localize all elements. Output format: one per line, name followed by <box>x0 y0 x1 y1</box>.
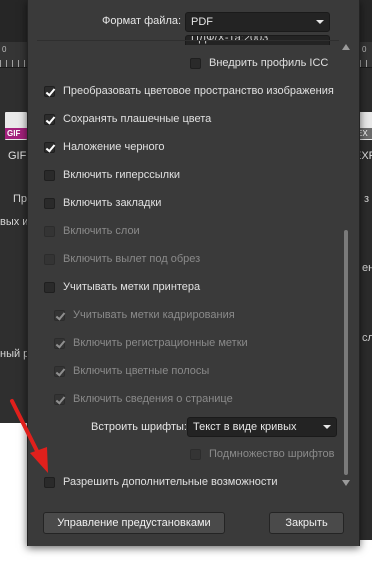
checkmark-icon <box>54 309 65 321</box>
background-text-fragment: вых и <box>0 216 29 228</box>
option-label: Включить сведения о странице <box>73 393 233 405</box>
option-label: Включить слои <box>63 225 140 237</box>
scrollbar-thumb[interactable] <box>344 230 348 475</box>
option-color-bars: Включить цветные полосы <box>54 363 209 379</box>
option-label: Наложение черного <box>63 141 165 153</box>
option-overprint-black[interactable]: Наложение черного <box>44 139 165 155</box>
background-text-fragment: ный р <box>0 348 30 360</box>
bleed-checkbox <box>44 253 55 265</box>
option-label: Включить закладки <box>63 197 162 209</box>
option-label: Включить гиперссылки <box>63 169 181 181</box>
option-crop-marks: Учитывать метки кадрирования <box>54 307 235 323</box>
file-format-label: Формат файла: <box>102 15 182 27</box>
background-text-fragment: ени <box>362 262 372 274</box>
option-include-layers: Включить слои <box>44 223 140 239</box>
option-advanced-features[interactable]: Разрешить дополнительные возможности <box>44 474 278 490</box>
arrow-annotation-icon <box>10 399 48 473</box>
background-text-fragment: Пр <box>13 193 28 205</box>
checkmark-icon[interactable] <box>44 113 55 125</box>
option-label: Включить вылет под обрез <box>63 253 201 265</box>
option-printer-marks[interactable]: Учитывать метки принтера <box>44 279 200 295</box>
font-subset-checkbox <box>190 448 201 460</box>
option-font-subset: Подмножество шрифтов <box>190 446 335 462</box>
option-label: Разрешить дополнительные возможности <box>63 476 278 488</box>
embed-fonts-select[interactable]: Текст в виде кривых <box>187 417 337 437</box>
option-label: Сохранять плашечные цвета <box>63 113 212 125</box>
option-include-bleed: Включить вылет под обрез <box>44 251 200 267</box>
embed-fonts-label: Встроить шрифты: <box>91 421 187 433</box>
printer-marks-checkbox[interactable] <box>44 281 55 293</box>
option-convert-colorspace[interactable]: Преобразовать цветовое пространство изоб… <box>44 83 334 99</box>
scroll-down-icon[interactable] <box>342 480 350 486</box>
gif-format-tile[interactable]: GIF <box>5 112 27 140</box>
background-text-fragment: сло <box>362 332 372 344</box>
bookmarks-checkbox[interactable] <box>44 197 55 209</box>
manage-presets-button[interactable]: Управление предустановками <box>43 512 225 534</box>
checkmark-icon <box>54 365 65 377</box>
option-label: Учитывать метки принтера <box>63 281 201 293</box>
file-format-select[interactable]: PDF <box>185 12 330 32</box>
option-page-info: Включить сведения о странице <box>54 391 233 407</box>
background-text-fragment: з <box>364 193 370 205</box>
chevron-down-icon <box>316 20 324 24</box>
option-registration-marks: Включить регистрационные метки <box>54 335 248 351</box>
export-options-dialog: Формат файла: PDF ПДФ/Х-1а:2003 Внедрить… <box>27 0 360 546</box>
ruler-number: 0 <box>2 45 7 54</box>
layers-checkbox <box>44 225 55 237</box>
option-label: Включить цветные полосы <box>73 365 210 377</box>
option-label: Включить регистрационные метки <box>73 337 248 349</box>
embed-icc-checkbox[interactable] <box>190 57 201 69</box>
embed-fonts-value: Текст в виде кривых <box>193 421 297 433</box>
hyperlinks-checkbox[interactable] <box>44 169 55 181</box>
scroll-up-icon[interactable] <box>342 44 350 50</box>
option-include-hyperlinks[interactable]: Включить гиперссылки <box>44 167 180 183</box>
embed-icc-label: Внедрить профиль ICC <box>209 57 329 69</box>
ruler-number: 0 <box>362 45 367 54</box>
file-format-value: PDF <box>191 16 213 28</box>
checkmark-icon[interactable] <box>44 85 55 97</box>
option-label: Преобразовать цветовое пространство изоб… <box>63 85 334 97</box>
option-label: Подмножество шрифтов <box>209 448 335 460</box>
chevron-down-icon <box>323 425 331 429</box>
option-label: Учитывать метки кадрирования <box>73 309 235 321</box>
option-keep-spot-colors[interactable]: Сохранять плашечные цвета <box>44 111 211 127</box>
option-include-bookmarks[interactable]: Включить закладки <box>44 195 161 211</box>
checkmark-icon[interactable] <box>44 141 55 153</box>
file-format-row: Формат файла: PDF <box>28 12 359 32</box>
gif-tile-tag: GIF <box>5 128 27 139</box>
embed-icc-option[interactable]: Внедрить профиль ICC <box>190 55 328 71</box>
section-divider <box>37 40 339 41</box>
checkmark-icon <box>54 337 65 349</box>
close-button[interactable]: Закрыть <box>269 512 344 534</box>
gif-format-label: GIF <box>8 150 27 162</box>
